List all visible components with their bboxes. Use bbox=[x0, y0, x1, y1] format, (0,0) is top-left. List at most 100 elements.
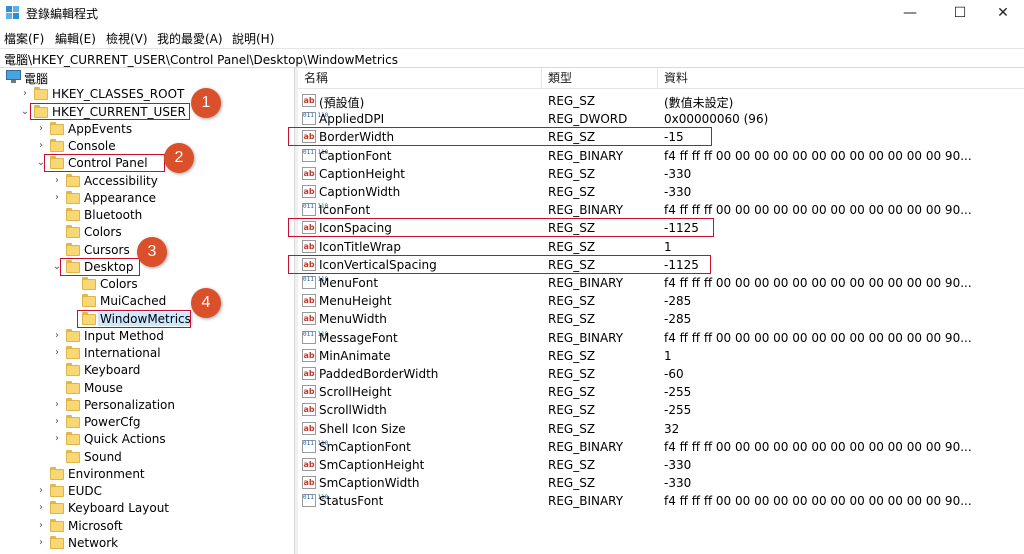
tree-item[interactable]: › International bbox=[0, 345, 294, 362]
tree-item-label[interactable]: Environment bbox=[68, 467, 145, 481]
tree-item-label[interactable]: Keyboard Layout bbox=[68, 501, 169, 515]
tree-item-label[interactable]: Cursors bbox=[84, 243, 130, 257]
tree-item[interactable]: › Network bbox=[0, 535, 294, 552]
tree-item-label[interactable]: Colors bbox=[100, 277, 138, 291]
tree-item[interactable]: Environment bbox=[0, 466, 294, 483]
tree-item[interactable]: › Input Method bbox=[0, 328, 294, 345]
menu-favorites[interactable]: 我的最愛(A) bbox=[157, 30, 223, 47]
tree-item[interactable]: › Console bbox=[0, 138, 294, 155]
tree-item-label[interactable]: Sound bbox=[84, 450, 122, 464]
tree-item-label[interactable]: Colors bbox=[84, 225, 122, 239]
expand-chevron-icon[interactable] bbox=[52, 244, 62, 256]
value-row[interactable]: ab ScrollHeight REG_SZ -255 bbox=[298, 383, 1024, 401]
tree-item-label[interactable]: International bbox=[84, 346, 161, 360]
tree-item-label[interactable]: Keyboard bbox=[84, 363, 140, 377]
tree-item-label[interactable]: Console bbox=[68, 139, 116, 153]
tree-item-label[interactable]: Input Method bbox=[84, 329, 164, 343]
expand-chevron-icon[interactable]: › bbox=[36, 537, 46, 549]
column-header-type[interactable]: 類型 bbox=[542, 68, 658, 89]
tree-item-label[interactable]: Quick Actions bbox=[84, 432, 166, 446]
value-row[interactable]: 011 110 SmCaptionFont REG_BINARY f4 ff ff f… bbox=[298, 438, 1024, 456]
column-header-data[interactable]: 資料 bbox=[658, 68, 1024, 89]
minimize-button[interactable]: — bbox=[887, 0, 933, 26]
tree-item[interactable]: › Appearance bbox=[0, 190, 294, 207]
value-row[interactable]: 011 110 AppliedDPI REG_DWORD 0x00000060 (96… bbox=[298, 110, 1024, 128]
value-row[interactable]: ab SmCaptionWidth REG_SZ -330 bbox=[298, 474, 1024, 492]
value-row[interactable]: ab (預設值) REG_SZ (數值未設定) bbox=[298, 92, 1024, 110]
value-row[interactable]: 011 110 StatusFont REG_BINARY f4 ff ff ff 0… bbox=[298, 492, 1024, 510]
expand-chevron-icon[interactable]: › bbox=[52, 416, 62, 428]
value-row[interactable]: 011 110 MessageFont REG_BINARY f4 ff ff ff … bbox=[298, 329, 1024, 347]
value-row[interactable]: ab CaptionHeight REG_SZ -330 bbox=[298, 165, 1024, 183]
menu-help[interactable]: 說明(H) bbox=[232, 30, 274, 47]
tree-item[interactable]: MuiCached bbox=[0, 293, 294, 310]
expand-chevron-icon[interactable] bbox=[52, 451, 62, 463]
value-row[interactable]: ab CaptionWidth REG_SZ -330 bbox=[298, 183, 1024, 201]
tree-item[interactable]: ⌄ 電腦 bbox=[0, 69, 294, 86]
tree-item-label[interactable]: Accessibility bbox=[84, 174, 158, 188]
tree-item-label[interactable]: Mouse bbox=[84, 381, 123, 395]
value-row[interactable]: ab MenuHeight REG_SZ -285 bbox=[298, 292, 1024, 310]
expand-chevron-icon[interactable]: › bbox=[20, 88, 30, 100]
value-row[interactable]: ab IconTitleWrap REG_SZ 1 bbox=[298, 238, 1024, 256]
collapse-chevron-icon[interactable]: ⌄ bbox=[0, 71, 2, 83]
address-path[interactable]: 電腦\HKEY_CURRENT_USER\Control Panel\Deskt… bbox=[4, 51, 398, 68]
value-row[interactable]: ab SmCaptionHeight REG_SZ -330 bbox=[298, 456, 1024, 474]
tree-item[interactable]: › PowerCfg bbox=[0, 414, 294, 431]
expand-chevron-icon[interactable] bbox=[52, 382, 62, 394]
value-row[interactable]: ab MinAnimate REG_SZ 1 bbox=[298, 347, 1024, 365]
tree-item-label[interactable]: Bluetooth bbox=[84, 208, 142, 222]
expand-chevron-icon[interactable]: › bbox=[36, 502, 46, 514]
expand-chevron-icon[interactable]: › bbox=[36, 520, 46, 532]
expand-chevron-icon[interactable]: › bbox=[36, 123, 46, 135]
tree-item-label[interactable]: 電腦 bbox=[24, 70, 48, 87]
menu-view[interactable]: 檢視(V) bbox=[106, 30, 148, 47]
expand-chevron-icon[interactable]: › bbox=[52, 399, 62, 411]
expand-chevron-icon[interactable]: › bbox=[52, 175, 62, 187]
tree-item[interactable]: Keyboard bbox=[0, 362, 294, 379]
expand-chevron-icon[interactable]: › bbox=[52, 433, 62, 445]
expand-chevron-icon[interactable]: › bbox=[52, 192, 62, 204]
value-row[interactable]: ab ScrollWidth REG_SZ -255 bbox=[298, 401, 1024, 419]
tree-item[interactable]: › EUDC bbox=[0, 483, 294, 500]
address-bar[interactable]: 電腦\HKEY_CURRENT_USER\Control Panel\Deskt… bbox=[0, 48, 1024, 68]
tree-item[interactable]: Mouse bbox=[0, 380, 294, 397]
value-row[interactable]: 011 110 MenuFont REG_BINARY f4 ff ff ff 00 … bbox=[298, 274, 1024, 292]
tree-item[interactable]: › Microsoft bbox=[0, 518, 294, 535]
tree-item[interactable]: Bluetooth bbox=[0, 207, 294, 224]
tree-item-label[interactable]: Network bbox=[68, 536, 118, 550]
tree-item[interactable]: › Quick Actions bbox=[0, 431, 294, 448]
value-row[interactable]: ab PaddedBorderWidth REG_SZ -60 bbox=[298, 365, 1024, 383]
collapse-chevron-icon[interactable]: ⌄ bbox=[20, 106, 30, 118]
close-button[interactable]: ✕ bbox=[980, 0, 1024, 26]
tree-item[interactable]: › Personalization bbox=[0, 397, 294, 414]
expand-chevron-icon[interactable]: › bbox=[52, 347, 62, 359]
tree-item[interactable]: › HKEY_CLASSES_ROOT bbox=[0, 86, 294, 103]
tree-item-label[interactable]: Microsoft bbox=[68, 519, 123, 533]
menu-file[interactable]: 檔案(F) bbox=[4, 30, 44, 47]
expand-chevron-icon[interactable] bbox=[36, 468, 46, 480]
tree-item[interactable]: Sound bbox=[0, 449, 294, 466]
tree-item-label[interactable]: EUDC bbox=[68, 484, 102, 498]
column-header-name[interactable]: 名稱 bbox=[298, 68, 542, 89]
expand-chevron-icon[interactable]: › bbox=[36, 140, 46, 152]
expand-chevron-icon[interactable]: › bbox=[52, 330, 62, 342]
expand-chevron-icon[interactable] bbox=[68, 278, 78, 290]
maximize-button[interactable]: ☐ bbox=[937, 0, 983, 26]
tree-item[interactable]: › AppEvents bbox=[0, 121, 294, 138]
expand-chevron-icon[interactable] bbox=[52, 209, 62, 221]
tree-item-label[interactable]: MuiCached bbox=[100, 294, 166, 308]
value-row[interactable]: 011 110 IconFont REG_BINARY f4 ff ff ff 00 … bbox=[298, 201, 1024, 219]
tree-item-label[interactable]: HKEY_CLASSES_ROOT bbox=[52, 87, 184, 101]
expand-chevron-icon[interactable] bbox=[52, 226, 62, 238]
menu-edit[interactable]: 編輯(E) bbox=[55, 30, 96, 47]
tree-item-label[interactable]: PowerCfg bbox=[84, 415, 141, 429]
expand-chevron-icon[interactable] bbox=[52, 364, 62, 376]
tree-item[interactable]: › Keyboard Layout bbox=[0, 500, 294, 517]
tree-item[interactable]: Colors bbox=[0, 276, 294, 293]
expand-chevron-icon[interactable]: › bbox=[36, 485, 46, 497]
tree-item-label[interactable]: Personalization bbox=[84, 398, 175, 412]
tree-item-label[interactable]: Appearance bbox=[84, 191, 156, 205]
value-row[interactable]: ab MenuWidth REG_SZ -285 bbox=[298, 310, 1024, 328]
tree-item-label[interactable]: AppEvents bbox=[68, 122, 132, 136]
